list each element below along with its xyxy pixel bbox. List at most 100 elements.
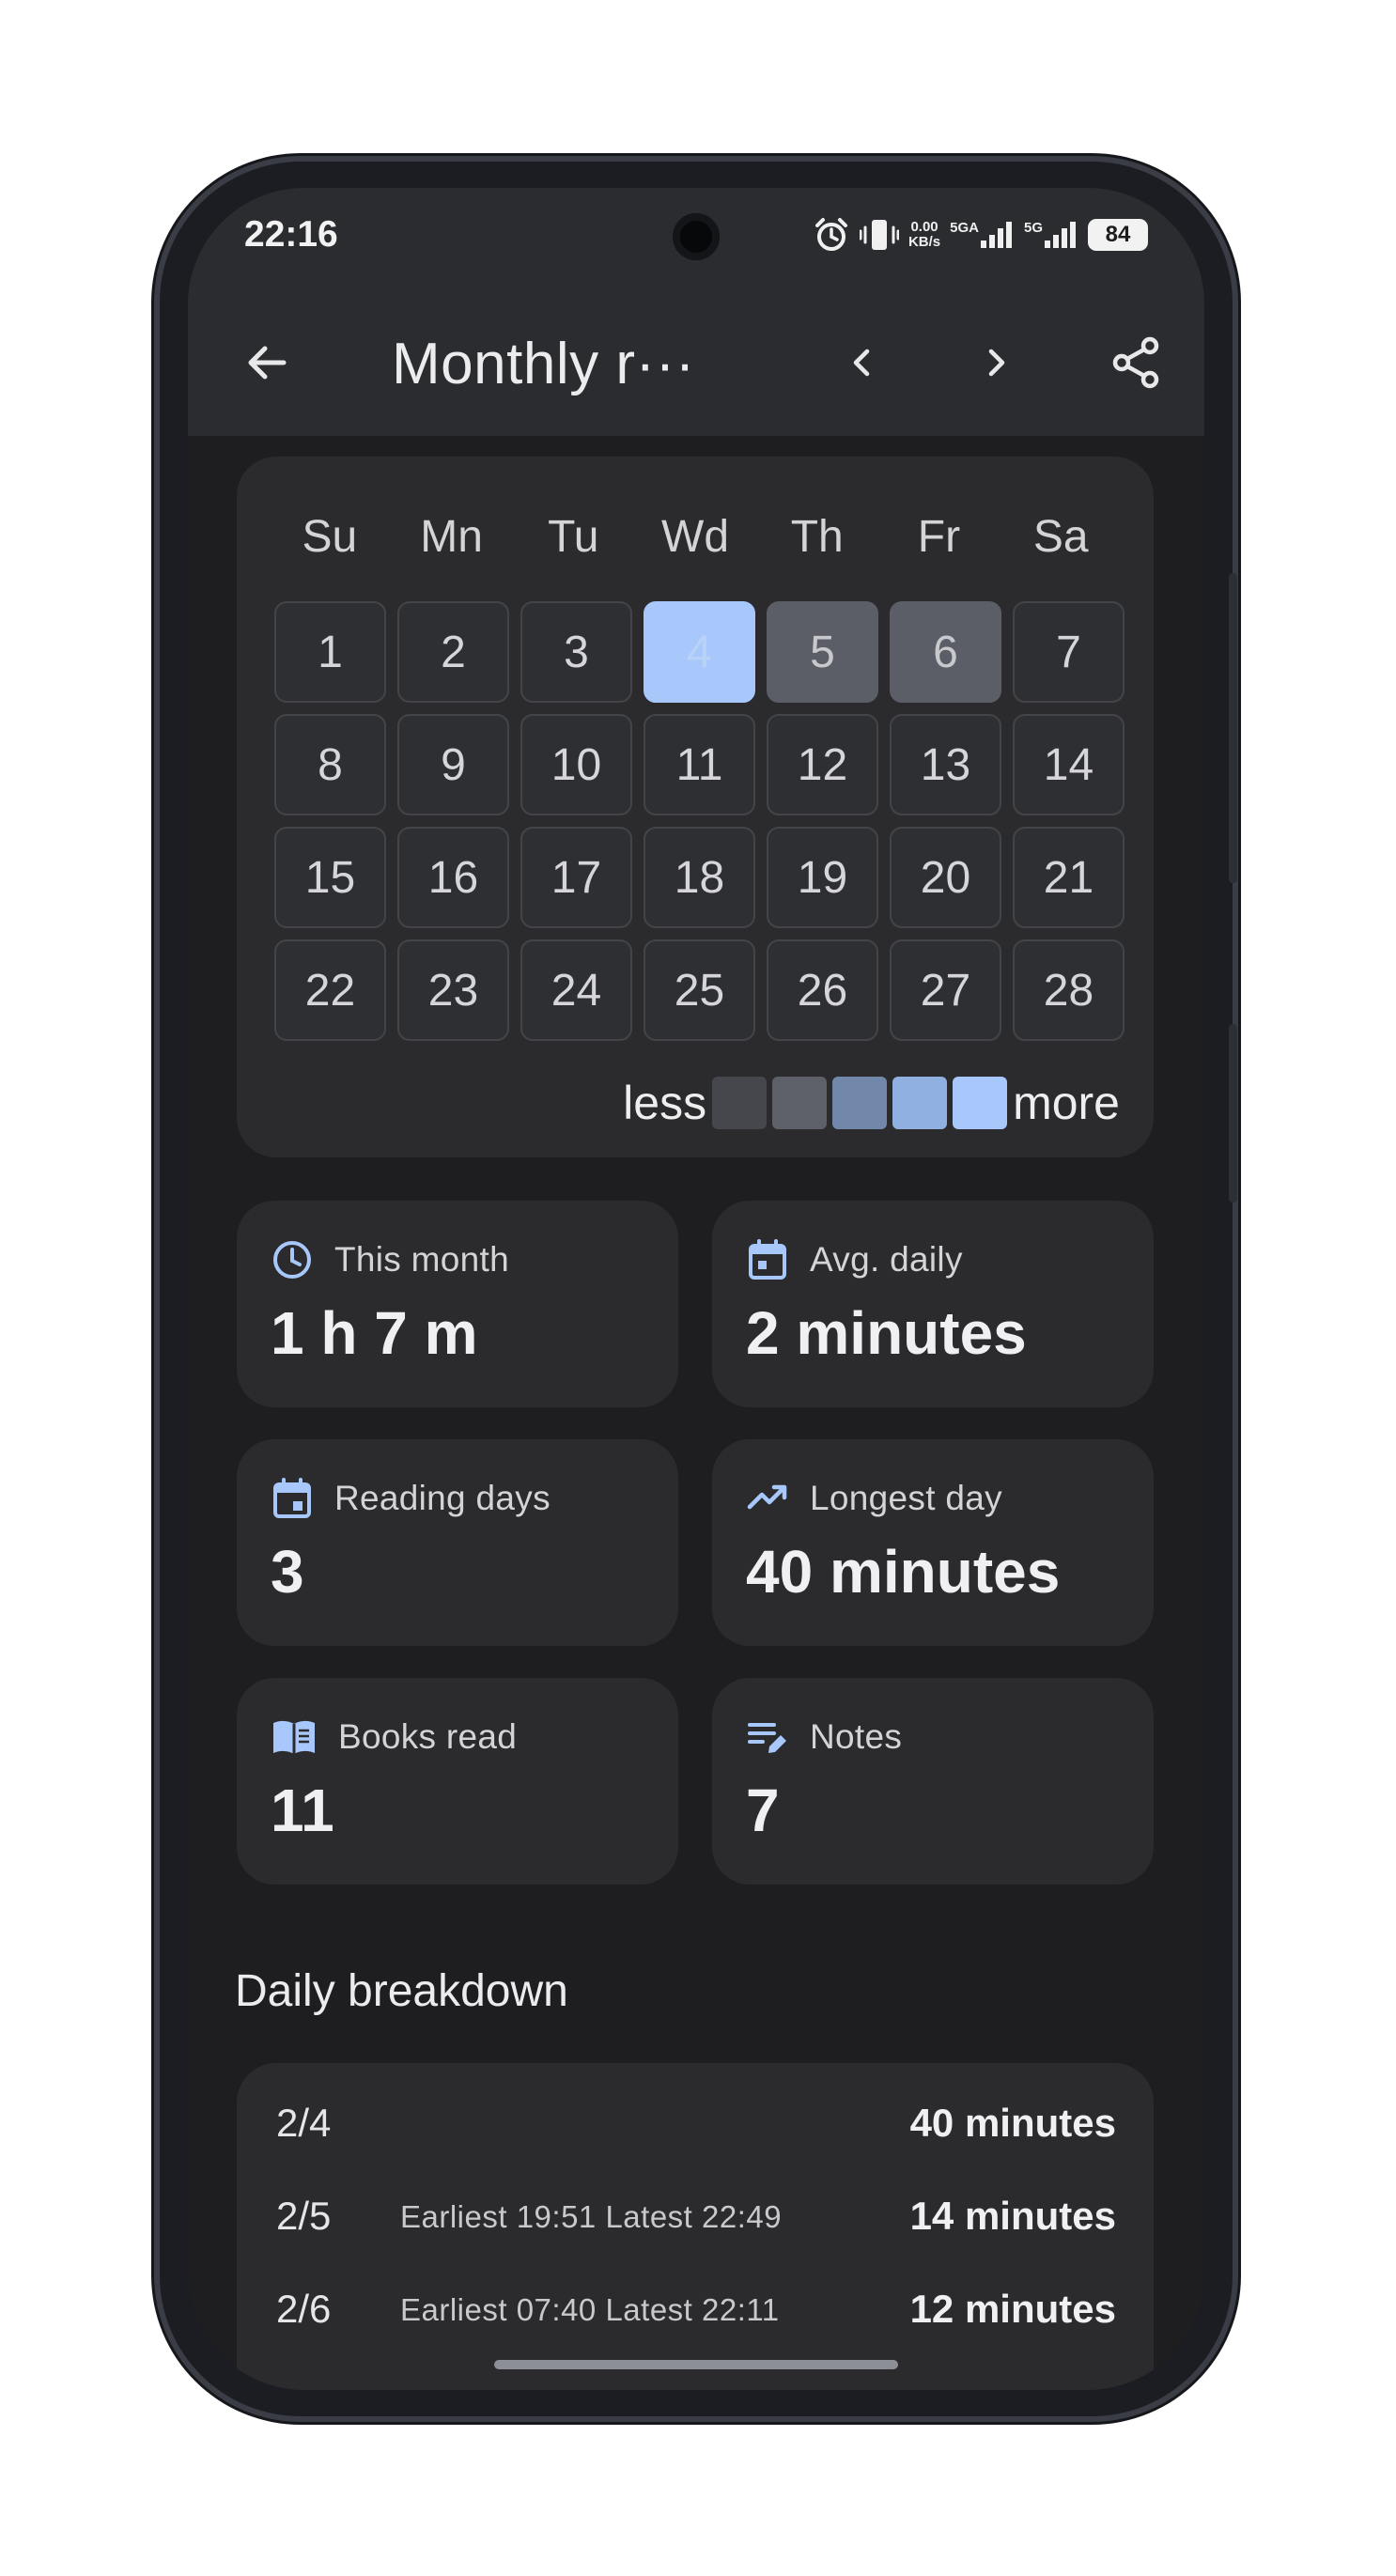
weekday-label: Fr bbox=[917, 512, 961, 562]
calendar-day-7[interactable]: 7 bbox=[1013, 601, 1125, 703]
daily-breakdown-list: 2/4 40 minutes 2/5 Earliest 19:51 Latest… bbox=[237, 2063, 1154, 2390]
legend-scale bbox=[712, 1077, 1008, 1129]
status-bar: 22:16 0.00 KB/s 5GA 5G 84 bbox=[188, 188, 1204, 289]
phone-screen: 22:16 0.00 KB/s 5GA 5G 84 Monthly r··· S… bbox=[188, 188, 1204, 2390]
share-icon bbox=[1112, 336, 1159, 389]
weekday-label: Mn bbox=[420, 512, 483, 562]
calendar-day-19[interactable]: 19 bbox=[767, 827, 878, 928]
calendar-day-9[interactable]: 9 bbox=[397, 714, 509, 815]
calendar-day-16[interactable]: 16 bbox=[397, 827, 509, 928]
calendar-day-27[interactable]: 27 bbox=[890, 939, 1001, 1041]
stat-value: 7 bbox=[746, 1777, 780, 1844]
calendar-day-14[interactable]: 14 bbox=[1013, 714, 1125, 815]
stat-this-month: This month 1 h 7 m bbox=[237, 1201, 678, 1407]
stat-reading-days: Reading days 3 bbox=[237, 1439, 678, 1646]
calendar-day-8[interactable]: 8 bbox=[274, 714, 386, 815]
stat-label: Books read bbox=[338, 1717, 518, 1756]
sim2-label: 5G bbox=[1023, 220, 1043, 236]
stat-label: Reading days bbox=[334, 1479, 551, 1517]
network-speed-unit: KB/s bbox=[907, 234, 941, 250]
stat-label: Notes bbox=[810, 1717, 903, 1756]
stat-value: 2 minutes bbox=[746, 1299, 1027, 1367]
breakdown-row[interactable]: 2/4 40 minutes bbox=[276, 2101, 1116, 2157]
battery-icon: 84 bbox=[1088, 219, 1148, 251]
vibrate-icon bbox=[859, 216, 899, 254]
weekday-label: Su bbox=[302, 512, 358, 562]
breakdown-row[interactable]: 2/6 Earliest 07:40 Latest 22:11 12 minut… bbox=[276, 2287, 1116, 2343]
share-button[interactable] bbox=[1105, 331, 1169, 395]
calendar-day-15[interactable]: 15 bbox=[274, 827, 386, 928]
breakdown-duration: 12 minutes bbox=[909, 2287, 1116, 2331]
calendar-day-6[interactable]: 6 bbox=[890, 601, 1001, 703]
legend-level-2 bbox=[772, 1077, 828, 1129]
weekday-label: Th bbox=[790, 512, 844, 562]
front-camera bbox=[673, 213, 720, 260]
stat-value: 11 bbox=[271, 1777, 334, 1844]
stat-label: Longest day bbox=[810, 1479, 1002, 1517]
breakdown-date: 2/6 bbox=[276, 2287, 332, 2331]
calendar-day-4[interactable]: 4 bbox=[644, 601, 755, 703]
calendar-day-3[interactable]: 3 bbox=[520, 601, 632, 703]
weekday-label: Tu bbox=[548, 512, 599, 562]
breakdown-times: Earliest 07:40 Latest 22:11 bbox=[400, 2292, 780, 2327]
calendar-day-13[interactable]: 13 bbox=[890, 714, 1001, 815]
calendar-day-21[interactable]: 21 bbox=[1013, 827, 1125, 928]
calendar-day-24[interactable]: 24 bbox=[520, 939, 632, 1041]
network-speed: 0.00 KB/s bbox=[908, 220, 940, 250]
gesture-home-bar[interactable] bbox=[494, 2360, 898, 2369]
calendar-day-12[interactable]: 12 bbox=[767, 714, 878, 815]
book-icon bbox=[273, 1720, 315, 1754]
breakdown-row[interactable]: 2/5 Earliest 19:51 Latest 22:49 14 minut… bbox=[276, 2194, 1116, 2250]
status-time: 22:16 bbox=[244, 214, 338, 255]
day-grid: 1 2 3 4 5 6 7 8 9 10 11 12 13 14 15 16 17 18 19 20 21 22 23 24 2… bbox=[274, 601, 1125, 1041]
back-arrow-icon bbox=[248, 346, 287, 380]
stat-avg-daily: Avg. daily 2 minutes bbox=[712, 1201, 1154, 1407]
edit-note-icon bbox=[748, 1723, 786, 1753]
calendar-event-icon bbox=[273, 1478, 311, 1518]
breakdown-duration: 40 minutes bbox=[909, 2101, 1116, 2145]
power-button bbox=[1229, 1024, 1237, 1203]
stat-value: 3 bbox=[271, 1538, 304, 1606]
legend-more-label: more bbox=[1013, 1077, 1120, 1129]
calendar-day-11[interactable]: 11 bbox=[644, 714, 755, 815]
daily-breakdown-title: Daily breakdown bbox=[235, 1966, 568, 2016]
legend-level-1 bbox=[712, 1077, 768, 1129]
status-icons: 0.00 KB/s 5GA 5G 84 bbox=[813, 216, 1148, 254]
calendar-day-20[interactable]: 20 bbox=[890, 827, 1001, 928]
stat-notes: Notes 7 bbox=[712, 1678, 1154, 1885]
weekday-header: Su Mn Tu Wd Th Fr Sa bbox=[274, 511, 1116, 563]
sim1-signal-icon: 5GA bbox=[950, 220, 1015, 250]
calendar-day-18[interactable]: 18 bbox=[644, 827, 755, 928]
back-button[interactable] bbox=[235, 331, 299, 395]
calendar-day-28[interactable]: 28 bbox=[1013, 939, 1125, 1041]
calendar-day-5[interactable]: 5 bbox=[767, 601, 878, 703]
calendar-day-22[interactable]: 22 bbox=[274, 939, 386, 1041]
calendar-day-10[interactable]: 10 bbox=[520, 714, 632, 815]
page-title: Monthly r··· bbox=[392, 332, 695, 396]
calendar-day-17[interactable]: 17 bbox=[520, 827, 632, 928]
calendar-day-23[interactable]: 23 bbox=[397, 939, 509, 1041]
network-speed-value: 0.00 bbox=[910, 219, 938, 235]
calendar-day-2[interactable]: 2 bbox=[397, 601, 509, 703]
trending-up-icon bbox=[747, 1484, 787, 1510]
next-month-button[interactable] bbox=[964, 331, 1028, 395]
sim2-signal-icon: 5G bbox=[1024, 220, 1078, 250]
previous-month-button[interactable] bbox=[830, 331, 894, 395]
heatmap-legend: less more bbox=[623, 1076, 1120, 1130]
calendar-day-1[interactable]: 1 bbox=[274, 601, 386, 703]
stat-label: This month bbox=[334, 1240, 510, 1279]
legend-level-4 bbox=[892, 1077, 948, 1129]
sim1-label: 5GA bbox=[950, 220, 979, 236]
stat-label: Avg. daily bbox=[810, 1240, 963, 1279]
volume-button bbox=[1229, 573, 1237, 883]
calendar-day-26[interactable]: 26 bbox=[767, 939, 878, 1041]
legend-less-label: less bbox=[623, 1077, 707, 1129]
stat-longest-day: Longest day 40 minutes bbox=[712, 1439, 1154, 1646]
stat-value: 1 h 7 m bbox=[271, 1299, 478, 1367]
breakdown-date: 2/4 bbox=[276, 2101, 332, 2145]
calendar-day-25[interactable]: 25 bbox=[644, 939, 755, 1041]
breakdown-times: Earliest 19:51 Latest 22:49 bbox=[400, 2199, 783, 2234]
chevron-left-icon bbox=[853, 349, 870, 377]
alarm-icon bbox=[813, 216, 850, 254]
weekday-label: Sa bbox=[1032, 512, 1089, 562]
